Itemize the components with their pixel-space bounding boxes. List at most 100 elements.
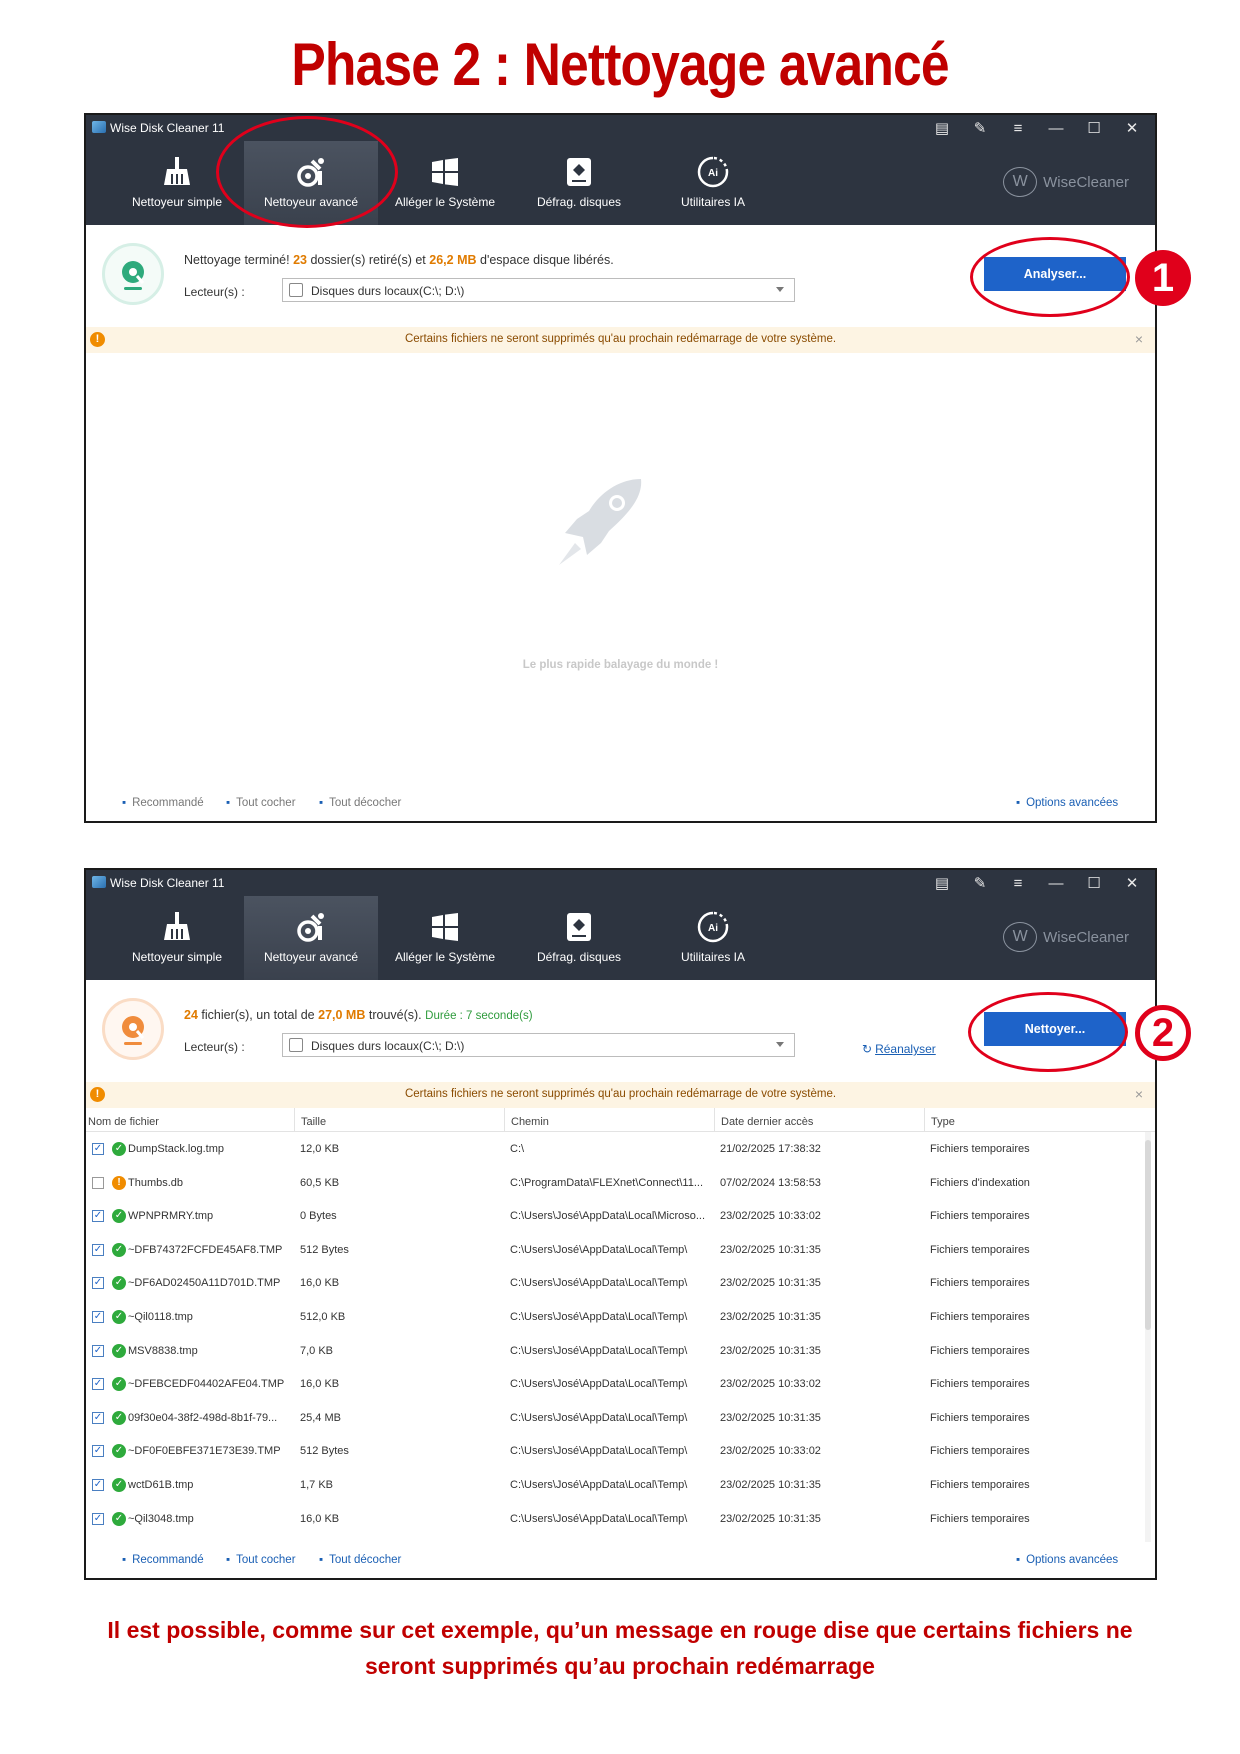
advanced-options-link[interactable]: Options avancées bbox=[1016, 797, 1118, 809]
table-row[interactable]: ✓ ✓ MSV8838.tmp 7,0 KB C:\Users\José\AppData… bbox=[86, 1334, 1136, 1368]
row-checkbox[interactable]: ✓ bbox=[92, 1512, 104, 1525]
tab-defrag-disques[interactable]: Défrag. disques bbox=[512, 896, 646, 980]
tab-defrag-disques[interactable]: Défrag. disques bbox=[512, 141, 646, 225]
title-bar: Wise Disk Cleaner 11 ▤ ✎ ≡ — ☐ ✕ bbox=[86, 115, 1155, 141]
clean-button[interactable]: Nettoyer... bbox=[984, 1012, 1126, 1046]
row-checkbox[interactable]: ✓ bbox=[92, 1311, 104, 1323]
analyze-button[interactable]: Analyser... bbox=[984, 257, 1126, 291]
tab-nettoyeur-avance[interactable]: Nettoyeur avancé bbox=[244, 141, 378, 225]
footer-bar: Recommandé Tout cocher Tout décocher Opt… bbox=[86, 787, 1155, 821]
svg-text:Ai: Ai bbox=[708, 168, 718, 179]
row-checkbox[interactable]: ✓ bbox=[92, 1378, 104, 1391]
cell-type: Fichiers temporaires bbox=[930, 1344, 1030, 1357]
column-header-date[interactable]: Date dernier accès bbox=[714, 1108, 813, 1132]
check-circle-icon: ✓ bbox=[112, 1444, 126, 1459]
column-header-type[interactable]: Type bbox=[924, 1108, 955, 1132]
table-row[interactable]: ✓ ✓ ~DFEBCEDF04402AFE04.TMP 16,0 KB C:\Users… bbox=[86, 1367, 1136, 1401]
tab-label: Alléger le Système bbox=[394, 950, 496, 964]
tab-utilitaires-ia[interactable]: Ai Utilitaires IA bbox=[646, 896, 780, 980]
rocket-icon bbox=[559, 479, 642, 565]
vertical-scrollbar[interactable] bbox=[1145, 1132, 1151, 1542]
table-row[interactable]: ✓ ✓ 09f30e04-38f2-498d-8b1f-79... 25,4 MB C:… bbox=[86, 1401, 1136, 1435]
row-checkbox[interactable]: ✓ bbox=[92, 1210, 104, 1223]
table-row[interactable]: ✓ ✓ ~DF6AD02450A11D701D.TMP 16,0 KB C:\Users… bbox=[86, 1266, 1136, 1300]
empty-state-text: Le plus rapide balayage du monde ! bbox=[522, 659, 719, 671]
edit-icon[interactable]: ✎ bbox=[961, 872, 999, 894]
tab-nettoyeur-simple[interactable]: Nettoyeur simple bbox=[110, 896, 244, 980]
step-badge-1: 1 bbox=[1135, 250, 1191, 306]
tab-alleger-systeme[interactable]: Alléger le Système bbox=[378, 896, 512, 980]
cell-type: Fichiers temporaires bbox=[930, 1210, 1030, 1223]
column-header-size[interactable]: Taille bbox=[294, 1108, 326, 1132]
feedback-icon[interactable]: ▤ bbox=[923, 872, 961, 894]
chevron-down-icon bbox=[776, 287, 784, 292]
table-row[interactable]: ✓ ✓ ~Qil3048.tmp 16,0 KB C:\Users\José\AppDa… bbox=[86, 1502, 1136, 1536]
row-checkbox[interactable]: ✓ bbox=[92, 1277, 104, 1290]
cell-path: C:\Users\José\AppData\Local\Microso... bbox=[510, 1210, 706, 1223]
close-icon[interactable]: ✕ bbox=[1113, 872, 1151, 894]
column-header-name[interactable]: Nom de fichier bbox=[88, 1116, 159, 1128]
check-circle-icon: ✓ bbox=[112, 1142, 126, 1156]
cell-path: C:\Users\José\AppData\Local\Temp\ bbox=[510, 1311, 688, 1323]
page-caption: Il est possible, comme sur cet exemple, … bbox=[107, 1617, 1133, 1679]
menu-icon[interactable]: ≡ bbox=[999, 117, 1037, 139]
reanalyze-link[interactable]: ↻ Réanalyser bbox=[862, 1042, 936, 1056]
drive-select[interactable]: Disques durs locaux(C:\; D:\) bbox=[282, 1033, 795, 1057]
row-checkbox[interactable]: ✓ bbox=[92, 1479, 104, 1491]
table-row[interactable]: ✓ ✓ ~DF0F0EBFE371E73E39.TMP 512 Bytes C:\Use… bbox=[86, 1434, 1136, 1468]
tab-alleger-systeme[interactable]: Alléger le Système bbox=[378, 141, 512, 225]
tab-label: Utilitaires IA bbox=[680, 950, 745, 964]
recommended-link[interactable]: Recommandé bbox=[122, 1554, 204, 1566]
tab-label: Défrag. disques bbox=[536, 950, 622, 964]
close-notice-icon[interactable]: × bbox=[1135, 1086, 1143, 1102]
cell-size: 16,0 KB bbox=[300, 1512, 340, 1525]
table-row[interactable]: ✓ ✓ wctD61B.tmp 1,7 KB C:\Users\José\AppData… bbox=[86, 1468, 1136, 1502]
cell-date: 23/02/2025 10:31:35 bbox=[720, 1512, 821, 1525]
feedback-icon[interactable]: ▤ bbox=[923, 117, 961, 139]
uncheck-all-link[interactable]: Tout décocher bbox=[319, 797, 401, 809]
scrollbar-thumb[interactable] bbox=[1145, 1140, 1151, 1330]
drive-label: Lecteur(s) : bbox=[184, 285, 245, 299]
drive-select[interactable]: Disques durs locaux(C:\; D:\) bbox=[282, 278, 795, 302]
close-icon[interactable]: ✕ bbox=[1113, 117, 1151, 139]
cell-path: C:\ bbox=[510, 1143, 525, 1155]
window-controls: ▤ ✎ ≡ — ☐ ✕ bbox=[923, 117, 1151, 139]
column-header-path[interactable]: Chemin bbox=[504, 1108, 549, 1132]
scan-summary: Nettoyage terminé! 23 dossier(s) retiré(… bbox=[86, 225, 1155, 325]
scan-summary: 24 fichier(s), un total de 27,0 MB trouv… bbox=[86, 980, 1155, 1080]
tab-nettoyeur-avance[interactable]: Nettoyeur avancé bbox=[244, 896, 378, 980]
table-row[interactable]: ✓ ✓ ~Qil0118.tmp 512,0 KB C:\Users\José\AppD… bbox=[86, 1300, 1136, 1334]
row-checkbox[interactable]: ✓ bbox=[92, 1143, 104, 1155]
cell-path: C:\ProgramData\FLEXnet\Connect\11... bbox=[510, 1176, 703, 1189]
row-checkbox[interactable]: ✓ bbox=[92, 1243, 104, 1256]
row-checkbox[interactable]: ✓ bbox=[92, 1344, 104, 1357]
tab-utilitaires-ia[interactable]: Ai Utilitaires IA bbox=[646, 141, 780, 225]
table-row[interactable]: ✓ ✓ DumpStack.log.tmp 12,0 KB C:\ 21/02/2025 … bbox=[86, 1132, 1136, 1166]
app-title: Wise Disk Cleaner 11 bbox=[110, 121, 225, 135]
edit-icon[interactable]: ✎ bbox=[961, 117, 999, 139]
close-notice-icon[interactable]: × bbox=[1135, 331, 1143, 347]
check-circle-icon: ✓ bbox=[112, 1209, 126, 1224]
table-row[interactable]: ✓ ✓ ~DFB74372FCFDE45AF8.TMP 512 Bytes C:\Use… bbox=[86, 1233, 1136, 1267]
row-checkbox[interactable]: ✓ bbox=[92, 1411, 104, 1424]
uncheck-all-link[interactable]: Tout décocher bbox=[319, 1554, 401, 1566]
maximize-icon[interactable]: ☐ bbox=[1075, 117, 1113, 139]
check-all-link[interactable]: Tout cocher bbox=[226, 1554, 295, 1566]
tab-nettoyeur-simple[interactable]: Nettoyeur simple bbox=[110, 141, 244, 225]
advanced-cleaner-icon bbox=[297, 158, 324, 187]
table-row[interactable]: ! Thumbs.db 60,5 KB C:\ProgramData\FLEXnet\… bbox=[86, 1166, 1136, 1200]
row-checkbox[interactable]: ✓ bbox=[92, 1445, 104, 1458]
cell-size: 512 Bytes bbox=[300, 1445, 349, 1458]
recommended-link[interactable]: Recommandé bbox=[122, 797, 204, 809]
minimize-icon[interactable]: — bbox=[1037, 872, 1075, 894]
maximize-icon[interactable]: ☐ bbox=[1075, 872, 1113, 894]
menu-icon[interactable]: ≡ bbox=[999, 872, 1037, 894]
check-circle-icon: ✓ bbox=[112, 1478, 126, 1492]
minimize-icon[interactable]: — bbox=[1037, 117, 1075, 139]
table-row[interactable]: ✓ ✓ WPNPRMRY.tmp 0 Bytes C:\Users\José\AppDa… bbox=[86, 1199, 1136, 1233]
hard-drive-icon bbox=[289, 1038, 303, 1052]
check-all-link[interactable]: Tout cocher bbox=[226, 797, 295, 809]
advanced-options-link[interactable]: Options avancées bbox=[1016, 1554, 1118, 1566]
row-checkbox[interactable] bbox=[92, 1176, 104, 1189]
check-circle-icon: ✓ bbox=[112, 1410, 126, 1425]
